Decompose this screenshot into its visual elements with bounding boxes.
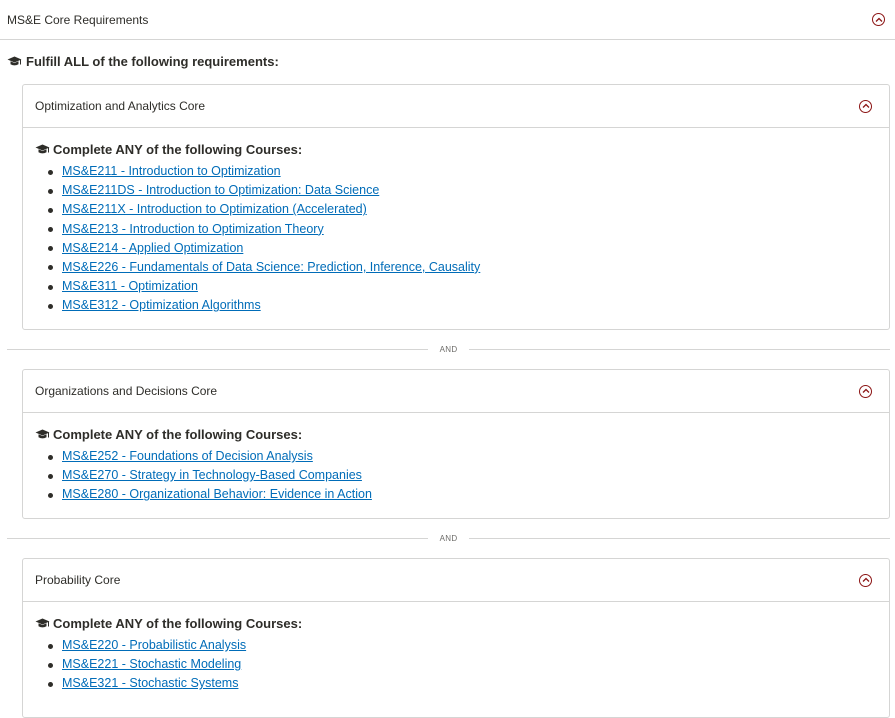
course-list: MS&E220 - Probabilistic Analysis MS&E221… <box>35 636 877 694</box>
course-link-mse214[interactable]: MS&E214 - Applied Optimization <box>62 241 243 255</box>
divider <box>469 537 891 539</box>
course-link-mse226[interactable]: MS&E226 - Fundamentals of Data Science: … <box>62 260 480 274</box>
block-title: Organizations and Decisions Core <box>35 384 218 398</box>
divider <box>7 348 428 350</box>
course-link-mse280[interactable]: MS&E280 - Organizational Behavior: Evide… <box>62 487 372 501</box>
course-link-mse211[interactable]: MS&E211 - Introduction to Optimization <box>62 164 281 178</box>
requirement-text: Complete ANY of the following Courses: <box>53 141 303 157</box>
course-link-mse311[interactable]: MS&E311 - Optimization <box>62 279 198 293</box>
requirement-heading: Complete ANY of the following Courses: <box>35 426 877 442</box>
course-link-mse220[interactable]: MS&E220 - Probabilistic Analysis <box>62 638 246 652</box>
block-header[interactable]: Probability Core <box>23 559 889 602</box>
list-item: MS&E211 - Introduction to Optimization <box>48 162 877 181</box>
list-item: MS&E280 - Organizational Behavior: Evide… <box>48 485 877 504</box>
list-item: MS&E252 - Foundations of Decision Analys… <box>48 447 877 466</box>
list-item: MS&E311 - Optimization <box>48 277 877 296</box>
requirement-block-organizations: Organizations and Decisions Core Complet… <box>22 369 890 519</box>
graduation-cap-icon <box>35 429 50 440</box>
list-item: MS&E220 - Probabilistic Analysis <box>48 636 877 655</box>
list-item: MS&E213 - Introduction to Optimization T… <box>48 220 877 239</box>
course-link-mse213[interactable]: MS&E213 - Introduction to Optimization T… <box>62 222 324 236</box>
requirement-heading: Complete ANY of the following Courses: <box>35 615 877 631</box>
fulfill-all-heading: Fulfill ALL of the following requirement… <box>0 53 895 69</box>
chevron-up-icon[interactable] <box>859 384 872 398</box>
graduation-cap-icon <box>35 618 50 629</box>
course-link-mse312[interactable]: MS&E312 - Optimization Algorithms <box>62 298 261 312</box>
requirement-block-optimization: Optimization and Analytics Core Complete… <box>22 84 890 330</box>
requirement-block-probability: Probability Core Complete ANY of the fol… <box>22 558 890 718</box>
and-separator: AND <box>7 343 891 355</box>
list-item: MS&E211DS - Introduction to Optimization… <box>48 181 877 200</box>
and-label: AND <box>439 533 458 543</box>
list-item: MS&E312 - Optimization Algorithms <box>48 296 877 315</box>
list-item: MS&E270 - Strategy in Technology-Based C… <box>48 466 877 485</box>
block-title: Probability Core <box>35 573 121 587</box>
list-item: MS&E214 - Applied Optimization <box>48 239 877 258</box>
list-item: MS&E211X - Introduction to Optimization … <box>48 200 877 219</box>
chevron-up-icon[interactable] <box>872 13 885 26</box>
list-item: MS&E221 - Stochastic Modeling <box>48 655 877 674</box>
graduation-cap-icon <box>7 56 22 67</box>
list-item: MS&E321 - Stochastic Systems <box>48 674 877 693</box>
section-title: MS&E Core Requirements <box>7 12 149 27</box>
divider <box>7 537 428 539</box>
course-link-mse321[interactable]: MS&E321 - Stochastic Systems <box>62 676 238 690</box>
course-link-mse211x[interactable]: MS&E211X - Introduction to Optimization … <box>62 202 367 216</box>
and-separator: AND <box>7 532 891 544</box>
course-link-mse221[interactable]: MS&E221 - Stochastic Modeling <box>62 657 241 671</box>
course-link-mse211ds[interactable]: MS&E211DS - Introduction to Optimization… <box>62 183 379 197</box>
chevron-up-icon[interactable] <box>859 99 872 113</box>
section-header[interactable]: MS&E Core Requirements <box>0 0 895 40</box>
course-list: MS&E211 - Introduction to Optimization M… <box>35 162 877 316</box>
requirement-text: Complete ANY of the following Courses: <box>53 426 303 442</box>
block-title: Optimization and Analytics Core <box>35 99 206 113</box>
fulfill-all-text: Fulfill ALL of the following requirement… <box>26 53 279 69</box>
list-item: MS&E226 - Fundamentals of Data Science: … <box>48 258 877 277</box>
block-header[interactable]: Organizations and Decisions Core <box>23 370 889 413</box>
course-list: MS&E252 - Foundations of Decision Analys… <box>35 447 877 505</box>
requirement-text: Complete ANY of the following Courses: <box>53 615 303 631</box>
chevron-up-icon[interactable] <box>859 573 872 587</box>
graduation-cap-icon <box>35 144 50 155</box>
course-link-mse252[interactable]: MS&E252 - Foundations of Decision Analys… <box>62 449 313 463</box>
requirement-heading: Complete ANY of the following Courses: <box>35 141 877 157</box>
divider <box>469 348 891 350</box>
and-label: AND <box>439 344 458 354</box>
course-link-mse270[interactable]: MS&E270 - Strategy in Technology-Based C… <box>62 468 362 482</box>
block-header[interactable]: Optimization and Analytics Core <box>23 85 889 128</box>
